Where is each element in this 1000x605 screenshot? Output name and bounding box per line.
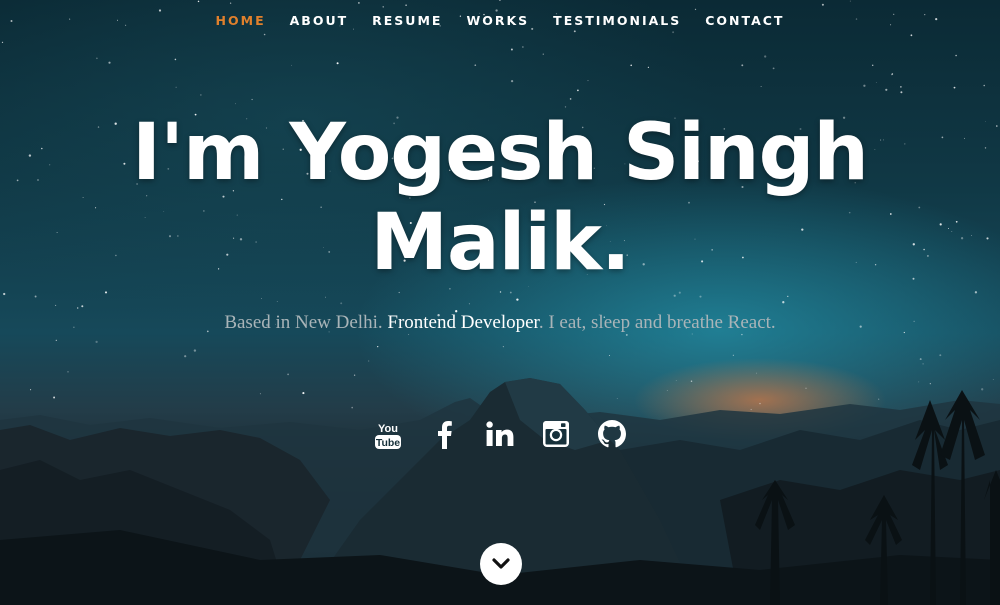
svg-text:Tube: Tube: [376, 437, 400, 449]
instagram-link[interactable]: [528, 416, 584, 452]
nav-item-works[interactable]: WORKS: [466, 13, 529, 28]
instagram-icon: [543, 421, 569, 447]
nav-item-testimonials[interactable]: TESTIMONIALS: [553, 13, 681, 28]
chevron-down-icon: [492, 558, 510, 569]
linkedin-link[interactable]: [472, 416, 528, 452]
main-navigation: HOME ABOUT RESUME WORKS TESTIMONIALS CON…: [0, 0, 1000, 40]
hero-section: HOME ABOUT RESUME WORKS TESTIMONIALS CON…: [0, 0, 1000, 605]
facebook-link[interactable]: [416, 416, 472, 452]
scroll-down-button[interactable]: [480, 543, 522, 585]
nav-item-home[interactable]: HOME: [216, 13, 266, 28]
hero-headline: I'm Yogesh Singh Malik.: [0, 108, 1000, 288]
headline-line-1: I'm Yogesh Singh: [132, 108, 869, 198]
social-links: You Tube: [0, 416, 1000, 452]
github-link[interactable]: [584, 416, 640, 452]
mountain-landscape: [0, 378, 1000, 605]
tagline-prefix: Based in New Delhi.: [224, 312, 388, 333]
tagline-suffix: . I eat, sleep and breathe React.: [538, 312, 776, 333]
facebook-icon: [438, 421, 452, 449]
headline-line-2: Malik.: [370, 198, 630, 288]
nav-item-contact[interactable]: CONTACT: [705, 13, 784, 28]
linkedin-icon: [486, 421, 514, 446]
svg-text:You: You: [378, 423, 398, 435]
nav-item-resume[interactable]: RESUME: [372, 13, 442, 28]
youtube-icon: You Tube: [375, 423, 401, 449]
tagline-highlight: Frontend Developer: [387, 312, 539, 333]
github-icon: [598, 420, 626, 448]
hero-tagline: Based in New Delhi. Frontend Developer. …: [190, 306, 810, 340]
youtube-link[interactable]: You Tube: [360, 416, 416, 452]
nav-item-about[interactable]: ABOUT: [290, 13, 349, 28]
